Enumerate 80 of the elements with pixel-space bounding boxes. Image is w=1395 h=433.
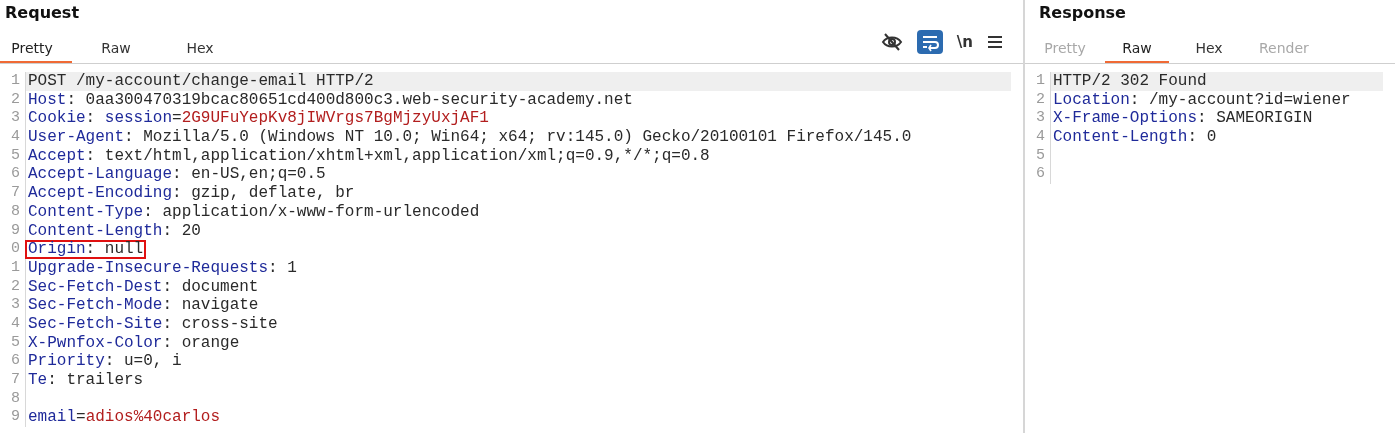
header-name: Accept-Encoding	[28, 184, 173, 203]
line-number: 3	[0, 296, 26, 315]
line-number: 9	[0, 408, 26, 428]
header-name: Origin	[28, 240, 86, 259]
newline-toggle[interactable]: \n	[956, 33, 973, 51]
param-name: session	[104, 109, 173, 128]
header-name: Content-Type	[28, 202, 144, 221]
code-text: : gzip, deflate, br	[172, 184, 355, 203]
header-name: Sec-Fetch-Dest	[28, 277, 163, 296]
code-text: : text/html,application/xhtml+xml,application/xml;q=0.9,*/*;q=0.8	[85, 146, 710, 165]
code-text: : 1	[268, 258, 297, 277]
code-text: : 0	[1187, 128, 1217, 147]
view-tab[interactable]: Pretty	[0, 37, 72, 63]
header-name: Content-Length	[28, 221, 163, 240]
line-number: 7	[0, 371, 26, 390]
line-number: 2	[1025, 90, 1051, 110]
code-text: : cross-site	[162, 314, 278, 333]
param-value: adios%40carlos	[85, 408, 221, 427]
code-text: :	[85, 109, 97, 128]
code-text: : document	[162, 277, 259, 296]
header-name: Host	[28, 90, 67, 109]
line-number: 6	[0, 165, 26, 185]
code-text: : u=0, i	[104, 352, 182, 371]
line-number: 3	[0, 109, 26, 129]
header-name: Cookie	[28, 109, 86, 128]
line-number: 3	[1025, 109, 1051, 129]
code-text: : application/x-www-form-urlencoded	[143, 202, 480, 221]
line-number: 4	[0, 128, 26, 147]
line-number: 6	[1025, 165, 1051, 185]
code-text: POST /my-account/change-email HTTP/2	[28, 72, 374, 90]
eye-slash-icon[interactable]	[880, 31, 903, 53]
header-name: X-Pwnfox-Color	[28, 333, 163, 352]
param-value: 2G9UFuYepKv8jIWVrgs7BgMjzyUxjAF1	[181, 109, 489, 128]
view-tab[interactable]: Hex	[1177, 37, 1241, 63]
line-number: 5	[0, 146, 26, 166]
line-number: 6	[0, 352, 26, 371]
header-name: Location	[1053, 90, 1130, 109]
header-name: Content-Length	[1053, 128, 1188, 147]
line-number: 8	[0, 389, 26, 409]
header-name: X-Frame-Options	[1053, 109, 1198, 128]
header-name: Te	[28, 371, 48, 389]
code-text: : trailers	[47, 371, 144, 389]
line-number: 7	[0, 184, 26, 203]
line-number: 2	[0, 277, 26, 297]
header-name: Accept-Language	[28, 165, 173, 184]
pane-title: Request	[4, 2, 81, 24]
code-text: =	[172, 109, 182, 128]
code-text: HTTP/2 302 Found	[1053, 72, 1207, 90]
line-number: 9	[0, 221, 26, 241]
param-name: email	[28, 408, 76, 427]
code-text: : Mozilla/5.0 (Windows NT 10.0; Win64; x64; rv:145.0) Gecko/20100101 Firefox/145.0	[124, 128, 912, 147]
line-number: 5	[1025, 146, 1051, 166]
header-name: Priority	[28, 352, 105, 371]
text-wrap-icon[interactable]	[916, 30, 943, 54]
line-number: 0	[0, 240, 26, 259]
view-tab[interactable]: Hex	[168, 37, 240, 63]
header-name: User-Agent	[28, 128, 124, 147]
line-number: 1	[0, 258, 26, 278]
code-text: : en-US,en;q=0.5	[172, 165, 326, 184]
code-text: : 0aa300470319bcac80651cd400d800c3.web-security-academy.net	[66, 90, 633, 109]
menu-icon[interactable]	[987, 35, 1003, 49]
line-number: 4	[0, 314, 26, 334]
header-name: Sec-Fetch-Mode	[28, 296, 163, 315]
code-text: : 20	[162, 221, 201, 240]
view-tab[interactable]: Raw	[84, 37, 156, 63]
view-tab[interactable]: Raw	[1105, 37, 1169, 63]
code-text: =	[76, 408, 86, 427]
code-text: : null	[85, 240, 144, 259]
line-number: 8	[0, 202, 26, 222]
pane-title: Response	[1038, 2, 1127, 24]
code-text: : orange	[162, 333, 240, 352]
line-number: 2	[0, 90, 26, 110]
code-text: : SAMEORIGIN	[1197, 109, 1313, 128]
line-number: 4	[1025, 128, 1051, 147]
line-number: 5	[0, 333, 26, 353]
code-text: : /my-account?id=wiener	[1129, 90, 1351, 109]
code-text: : navigate	[162, 296, 259, 315]
header-name: Sec-Fetch-Site	[28, 314, 163, 333]
header-name: Accept	[28, 146, 86, 165]
header-name: Upgrade-Insecure-Requests	[28, 258, 269, 277]
